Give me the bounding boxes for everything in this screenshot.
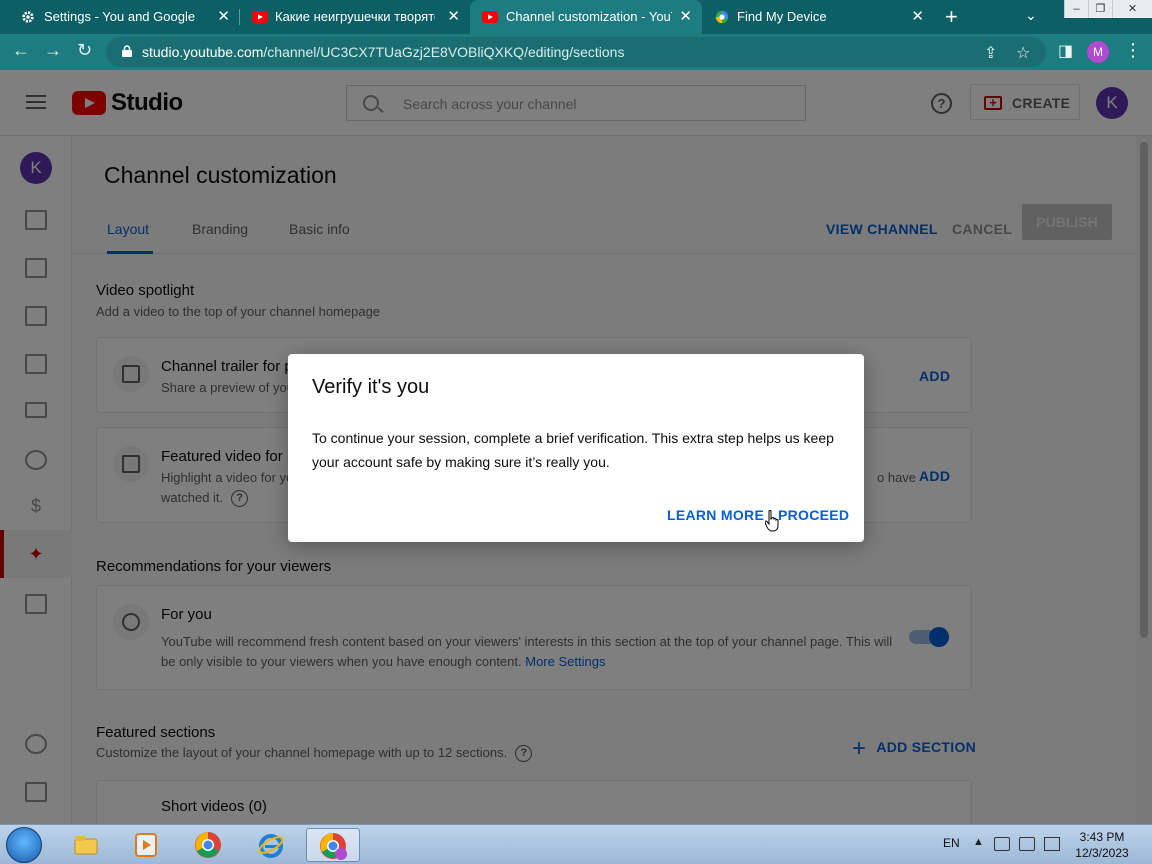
lock-icon (122, 45, 132, 57)
side-panel-icon[interactable]: ◨ (1058, 41, 1073, 61)
close-window-icon[interactable]: ✕ (1112, 0, 1152, 18)
address-bar[interactable]: studio.youtube.com/channel/UC3CX7TUaGzj2… (106, 37, 1046, 67)
close-tab-icon[interactable]: ✕ (679, 7, 692, 25)
tab-title: Какие неигрушечки творятся( (275, 9, 435, 24)
tab-title: Settings - You and Google (44, 9, 196, 24)
tab-search-icon[interactable]: ⌄ (1025, 7, 1037, 24)
url-text: studio.youtube.com/channel/UC3CX7TUaGzj2… (142, 44, 624, 60)
gear-icon (22, 11, 34, 23)
language-indicator[interactable]: EN (943, 836, 960, 850)
taskbar-internet-explorer[interactable] (245, 828, 299, 862)
volume-icon[interactable] (1044, 837, 1060, 851)
taskbar-chrome[interactable] (182, 828, 236, 862)
youtube-icon (252, 11, 268, 23)
action-center-icon[interactable] (994, 837, 1010, 851)
browser-toolbar: ← → ↻ studio.youtube.com/channel/UC3CX7T… (0, 34, 1152, 70)
window-controls: – ❐ ✕ (1064, 0, 1152, 18)
media-player-icon (135, 833, 157, 857)
reload-icon[interactable]: ↻ (77, 40, 92, 61)
taskbar-media-player[interactable] (120, 828, 174, 862)
windows-taskbar: EN ▲ 3:43 PM 12/3/2023 (0, 824, 1152, 864)
tab-title: Channel customization - YouTub (506, 9, 672, 24)
tab-title: Find My Device (737, 9, 827, 24)
chrome-profile-icon (320, 833, 347, 860)
close-tab-icon[interactable]: ✕ (447, 7, 460, 25)
learn-more-button[interactable]: LEARN MORE (667, 507, 764, 523)
taskbar-chrome-active[interactable] (306, 828, 360, 862)
dialog-body: To continue your session, complete a bri… (312, 430, 834, 470)
close-tab-icon[interactable]: ✕ (217, 7, 230, 25)
url-host: studio.youtube.com (142, 44, 264, 60)
proceed-button[interactable]: PROCEED (778, 507, 849, 523)
share-icon[interactable]: ⇪ (984, 43, 997, 63)
browser-profile-avatar[interactable]: M (1087, 41, 1109, 63)
internet-explorer-icon (258, 834, 284, 858)
hand-cursor-icon (765, 510, 779, 532)
system-clock[interactable]: 3:43 PM 12/3/2023 (1070, 829, 1134, 861)
explorer-icon (74, 836, 98, 855)
bookmark-star-icon[interactable]: ☆ (1016, 43, 1030, 63)
browser-tab-channel-customization[interactable]: Channel customization - YouTub ✕ (470, 0, 702, 34)
taskbar-explorer[interactable] (60, 828, 114, 862)
restore-icon[interactable]: ❐ (1088, 0, 1112, 18)
clock-date: 12/3/2023 (1075, 846, 1129, 860)
back-arrow-icon[interactable]: ← (12, 40, 30, 61)
chrome-icon (195, 832, 221, 858)
browser-tab-video[interactable]: Какие неигрушечки творятся( ✕ (240, 0, 470, 34)
url-path: /channel/UC3CX7TUaGzj2E8VOBliQXKQ/editin… (263, 44, 625, 60)
youtube-icon (482, 11, 498, 23)
clock-time: 3:43 PM (1079, 830, 1125, 844)
dialog-title: Verify it's you (312, 376, 430, 398)
minimize-icon[interactable]: – (1064, 0, 1088, 18)
close-tab-icon[interactable]: ✕ (911, 7, 924, 25)
browser-tab-strip: Settings - You and Google ✕ Какие неигру… (0, 0, 1152, 34)
start-button-icon[interactable] (6, 827, 42, 863)
browser-tab-find-my-device[interactable]: Find My Device ✕ (702, 0, 934, 34)
find-my-device-icon (715, 10, 729, 24)
new-tab-icon[interactable]: + (945, 4, 958, 30)
forward-arrow-icon[interactable]: → (44, 40, 62, 61)
browser-menu-icon[interactable]: ⋮ (1124, 40, 1142, 61)
network-icon[interactable] (1019, 837, 1035, 851)
tray-expand-icon[interactable]: ▲ (973, 836, 984, 848)
browser-tab-settings[interactable]: Settings - You and Google ✕ (0, 0, 240, 34)
